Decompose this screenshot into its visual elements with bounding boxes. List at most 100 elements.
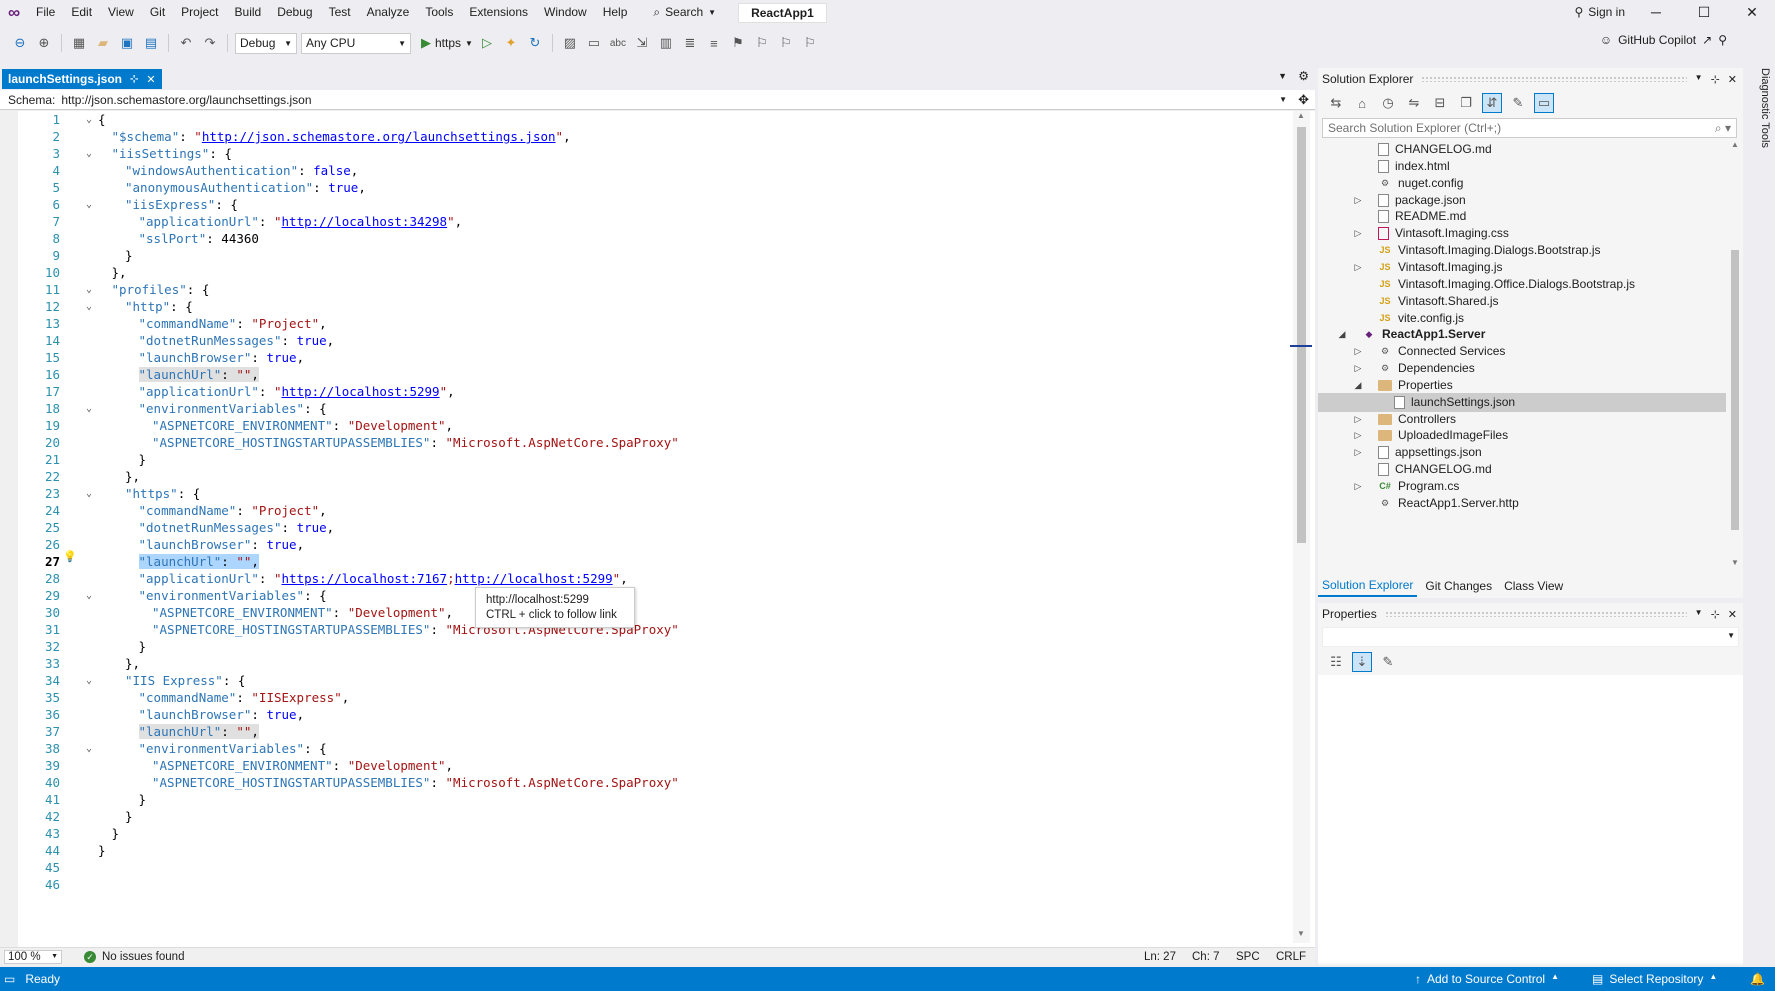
github-copilot-button[interactable]: ☺ GitHub Copilot ↗ ⚲ (1600, 33, 1727, 47)
code-line[interactable]: 9} (0, 247, 1290, 264)
diagnostics-icon[interactable]: ▥ (656, 33, 676, 53)
code-line[interactable]: 27 "launchUrl": "", (0, 553, 1290, 570)
clear-bookmarks-icon[interactable]: ⚐ (800, 33, 820, 53)
code-line[interactable]: 16 "launchUrl": "", (0, 366, 1290, 383)
save-all-icon[interactable]: ▤ (141, 33, 161, 53)
scrollbar-thumb[interactable] (1297, 127, 1306, 543)
fold-chevron-icon[interactable]: ⌄ (86, 281, 92, 298)
code-line[interactable]: 43} (0, 825, 1290, 842)
issues-status[interactable]: No issues found (102, 951, 184, 963)
menu-git[interactable]: Git (142, 0, 173, 25)
menu-file[interactable]: File (28, 0, 63, 25)
fold-chevron-icon[interactable]: ⌄ (86, 400, 92, 417)
add-source-control-button[interactable]: ↑ Add to Source Control ▲ (1415, 972, 1559, 986)
step-icon[interactable]: ⇲ (632, 33, 652, 53)
menu-edit[interactable]: Edit (63, 0, 100, 25)
code-line[interactable]: 40 "ASPNETCORE_HOSTINGSTARTUPASSEMBLIES":… (0, 774, 1290, 791)
categorized-icon[interactable]: ☷ (1326, 652, 1346, 672)
code-line[interactable]: 8 "sslPort": 44360 (0, 230, 1290, 247)
schema-url[interactable]: http://json.schemastore.org/launchsettin… (61, 93, 311, 107)
properties-object-select[interactable]: ▼ (1322, 627, 1739, 647)
alphabetical-icon[interactable]: ⇣ (1352, 652, 1372, 672)
chevron-down-icon[interactable]: ▼ (1695, 608, 1703, 621)
close-icon[interactable]: ✕ (146, 73, 155, 86)
indent-icon[interactable]: ≡ (704, 33, 724, 53)
switch-view-icon[interactable]: ⇋ (1404, 93, 1424, 113)
tree-scrollbar[interactable]: ▲ ▼ (1729, 140, 1741, 570)
tab-git-changes[interactable]: Git Changes (1421, 576, 1496, 596)
hot-reload-icon[interactable]: ✦ (501, 33, 521, 53)
menu-project[interactable]: Project (173, 0, 226, 25)
code-line[interactable]: 4 "windowsAuthentication": false, (0, 162, 1290, 179)
menu-extensions[interactable]: Extensions (461, 0, 536, 25)
code-line[interactable]: 2 "$schema": "http://json.schemastore.org… (0, 128, 1290, 145)
property-pages-icon[interactable]: ✎ (1378, 652, 1398, 672)
code-line[interactable]: 6 ⌄ "iisExpress": { (0, 196, 1290, 213)
menu-help[interactable]: Help (595, 0, 636, 25)
configuration-select[interactable]: Debug ▼ (235, 32, 297, 54)
open-folder-icon[interactable]: ▰ (93, 33, 113, 53)
minimize-button[interactable]: ─ (1633, 0, 1679, 25)
fold-chevron-icon[interactable]: ⌄ (86, 145, 92, 162)
settings-icon[interactable]: ⚙ (1298, 69, 1309, 83)
fold-chevron-icon[interactable]: ⌄ (86, 298, 92, 315)
solution-search-input[interactable]: Search Solution Explorer (Ctrl+;) ⌕ ▾ (1322, 118, 1737, 138)
tab-launchsettings[interactable]: launchSettings.json ⊹ ✕ (2, 69, 162, 89)
menu-window[interactable]: Window (536, 0, 595, 25)
collapse-all-icon[interactable]: ⊟ (1430, 93, 1450, 113)
refresh-icon[interactable]: ↻ (525, 33, 545, 53)
column-number[interactable]: Ch: 7 (1192, 951, 1220, 963)
new-project-icon[interactable]: ▦ (69, 33, 89, 53)
scroll-down-icon[interactable]: ▼ (1297, 929, 1305, 938)
fold-chevron-icon[interactable]: ⌄ (86, 587, 92, 604)
code-line[interactable]: 11 ⌄ "profiles": { (0, 281, 1290, 298)
show-all-files-icon[interactable]: ❐ (1456, 93, 1476, 113)
code-line[interactable]: 28 "applicationUrl": "https://localhost:7… (0, 570, 1290, 587)
code-line[interactable]: 12 ⌄ "http": { (0, 298, 1290, 315)
menu-view[interactable]: View (100, 0, 142, 25)
outdent-icon[interactable]: ≣ (680, 33, 700, 53)
sync-icon[interactable]: ⇆ (1326, 93, 1346, 113)
code-line[interactable]: 38 ⌄ "environmentVariables": { (0, 740, 1290, 757)
menu-test[interactable]: Test (321, 0, 359, 25)
code-line[interactable]: 3 ⌄ "iisSettings": { (0, 145, 1290, 162)
code-line[interactable]: 42} (0, 808, 1290, 825)
code-link[interactable]: http://json.schemastore.org/launchsettin… (202, 129, 556, 144)
start-without-debugging-icon[interactable]: ▷ (477, 33, 497, 53)
forward-icon[interactable]: ⊕ (34, 33, 54, 53)
preview-icon[interactable]: ▭ (1534, 93, 1554, 113)
code-line[interactable]: 10}, (0, 264, 1290, 281)
close-icon[interactable]: ✕ (1728, 73, 1737, 86)
tab-solution-explorer[interactable]: Solution Explorer (1318, 575, 1418, 597)
lightbulb-icon[interactable]: 💡 (63, 550, 77, 563)
scroll-up-icon[interactable]: ▲ (1297, 111, 1305, 120)
bookmark-icon[interactable]: ⚑ (728, 33, 748, 53)
menu-tools[interactable]: Tools (417, 0, 461, 25)
browse-icon[interactable]: ▨ (560, 33, 580, 53)
platform-select[interactable]: Any CPU ▼ (301, 32, 411, 54)
code-line[interactable]: 25 "dotnetRunMessages": true, (0, 519, 1290, 536)
code-line[interactable]: 26 "launchBrowser": true, (0, 536, 1290, 553)
code-line[interactable]: 20 "ASPNETCORE_HOSTINGSTARTUPASSEMBLIES":… (0, 434, 1290, 451)
visual-studio-logo-icon[interactable]: ∞ (0, 0, 28, 25)
tree-item[interactable]: ⚙ ReactApp1.Server.http (1318, 494, 1519, 513)
pin-icon[interactable]: ⊹ (1711, 608, 1720, 621)
chevron-down-icon[interactable]: ▼ (1279, 95, 1287, 104)
scroll-up-icon[interactable]: ▲ (1731, 140, 1739, 149)
close-icon[interactable]: ✕ (1728, 608, 1737, 621)
code-line[interactable]: 7 "applicationUrl": "http://localhost:342… (0, 213, 1290, 230)
tab-class-view[interactable]: Class View (1500, 576, 1567, 596)
run-button[interactable]: ▶ https ▼ (421, 35, 473, 51)
code-line[interactable]: 18 ⌄ "environmentVariables": { (0, 400, 1290, 417)
code-line[interactable]: 1 ⌄ { (0, 111, 1290, 128)
code-line[interactable]: 17 "applicationUrl": "http://localhost:52… (0, 383, 1290, 400)
code-line[interactable]: 31 "ASPNETCORE_HOSTINGSTARTUPASSEMBLIES":… (0, 621, 1290, 638)
code-line[interactable]: 37 "launchUrl": "", (0, 723, 1290, 740)
next-bookmark-icon[interactable]: ⚐ (776, 33, 796, 53)
undo-icon[interactable]: ↶ (176, 33, 196, 53)
notification-bell-icon[interactable]: 🔔 (1750, 972, 1765, 986)
history-icon[interactable]: ◷ (1378, 93, 1398, 113)
spellcheck-icon[interactable]: abc (608, 33, 628, 53)
tree-scrollbar-thumb[interactable] (1731, 250, 1739, 530)
chevron-down-icon[interactable]: ▼ (1695, 73, 1703, 86)
